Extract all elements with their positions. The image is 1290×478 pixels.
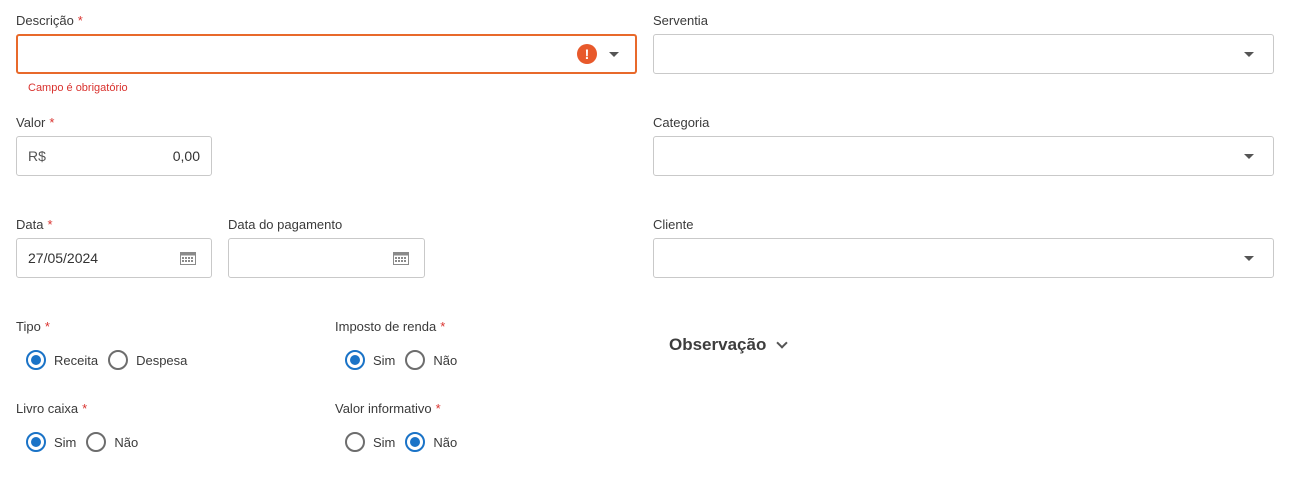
required-marker: * xyxy=(82,401,88,416)
valor-informativo-sim-label[interactable]: Sim xyxy=(373,435,395,450)
imposto-renda-sim-label[interactable]: Sim xyxy=(373,353,395,368)
tipo-radio-group: Receita Despesa xyxy=(26,349,197,371)
tipo-despesa-label[interactable]: Despesa xyxy=(136,353,187,368)
data-label: Data * xyxy=(16,217,53,232)
imposto-renda-label: Imposto de renda * xyxy=(335,319,446,334)
serventia-select[interactable] xyxy=(653,34,1274,74)
descricao-error-message: Campo é obrigatório xyxy=(28,82,128,94)
imposto-renda-nao-label[interactable]: Não xyxy=(433,353,457,368)
imposto-renda-radio-group: Sim Não xyxy=(345,349,467,371)
error-icon: ! xyxy=(577,44,597,64)
imposto-renda-sim-radio[interactable] xyxy=(345,350,365,370)
cliente-select[interactable] xyxy=(653,238,1274,278)
data-input[interactable]: 27/05/2024 xyxy=(16,238,212,278)
tipo-despesa-radio[interactable] xyxy=(108,350,129,370)
data-value: 27/05/2024 xyxy=(28,250,99,266)
chevron-down-icon[interactable] xyxy=(1244,52,1254,57)
calendar-icon[interactable] xyxy=(393,251,409,265)
chevron-down-icon[interactable] xyxy=(609,52,619,57)
currency-prefix: R$ xyxy=(28,148,46,164)
valor-informativo-radio-group: Sim Não xyxy=(345,431,467,453)
imposto-renda-nao-radio[interactable] xyxy=(405,350,426,370)
data-pagamento-input[interactable] xyxy=(228,238,425,278)
required-marker: * xyxy=(435,401,441,416)
required-marker: * xyxy=(440,319,446,334)
tipo-receita-label[interactable]: Receita xyxy=(54,353,98,368)
livro-caixa-nao-radio[interactable] xyxy=(86,432,107,452)
chevron-down-icon xyxy=(776,336,789,349)
livro-caixa-nao-label[interactable]: Não xyxy=(114,435,138,450)
livro-caixa-label: Livro caixa * xyxy=(16,401,88,416)
livro-caixa-sim-label[interactable]: Sim xyxy=(54,435,76,450)
chevron-down-icon[interactable] xyxy=(1244,154,1254,159)
descricao-select[interactable]: ! xyxy=(16,34,637,74)
valor-input[interactable]: R$ 0,00 xyxy=(16,136,212,176)
categoria-select[interactable] xyxy=(653,136,1274,176)
categoria-label: Categoria xyxy=(653,115,710,130)
valor-informativo-label: Valor informativo * xyxy=(335,401,441,416)
calendar-icon[interactable] xyxy=(180,251,196,265)
valor-informativo-nao-radio[interactable] xyxy=(405,432,426,452)
valor-label: Valor * xyxy=(16,115,55,130)
data-pagamento-label: Data do pagamento xyxy=(228,217,343,232)
serventia-label: Serventia xyxy=(653,13,708,28)
livro-caixa-radio-group: Sim Não xyxy=(26,431,148,453)
observacao-label: Observação xyxy=(669,335,767,354)
tipo-label: Tipo * xyxy=(16,319,50,334)
required-marker: * xyxy=(77,13,83,28)
livro-caixa-sim-radio[interactable] xyxy=(26,432,46,452)
valor-informativo-sim-radio[interactable] xyxy=(345,432,365,452)
chevron-down-icon[interactable] xyxy=(1244,256,1254,261)
valor-value: 0,00 xyxy=(172,148,200,164)
descricao-label: Descrição * xyxy=(16,13,83,28)
required-marker: * xyxy=(49,115,55,130)
valor-informativo-nao-label[interactable]: Não xyxy=(433,435,457,450)
observacao-toggle[interactable]: Observação xyxy=(669,335,789,355)
required-marker: * xyxy=(47,217,53,232)
required-marker: * xyxy=(44,319,50,334)
cliente-label: Cliente xyxy=(653,217,694,232)
tipo-receita-radio[interactable] xyxy=(26,350,46,370)
